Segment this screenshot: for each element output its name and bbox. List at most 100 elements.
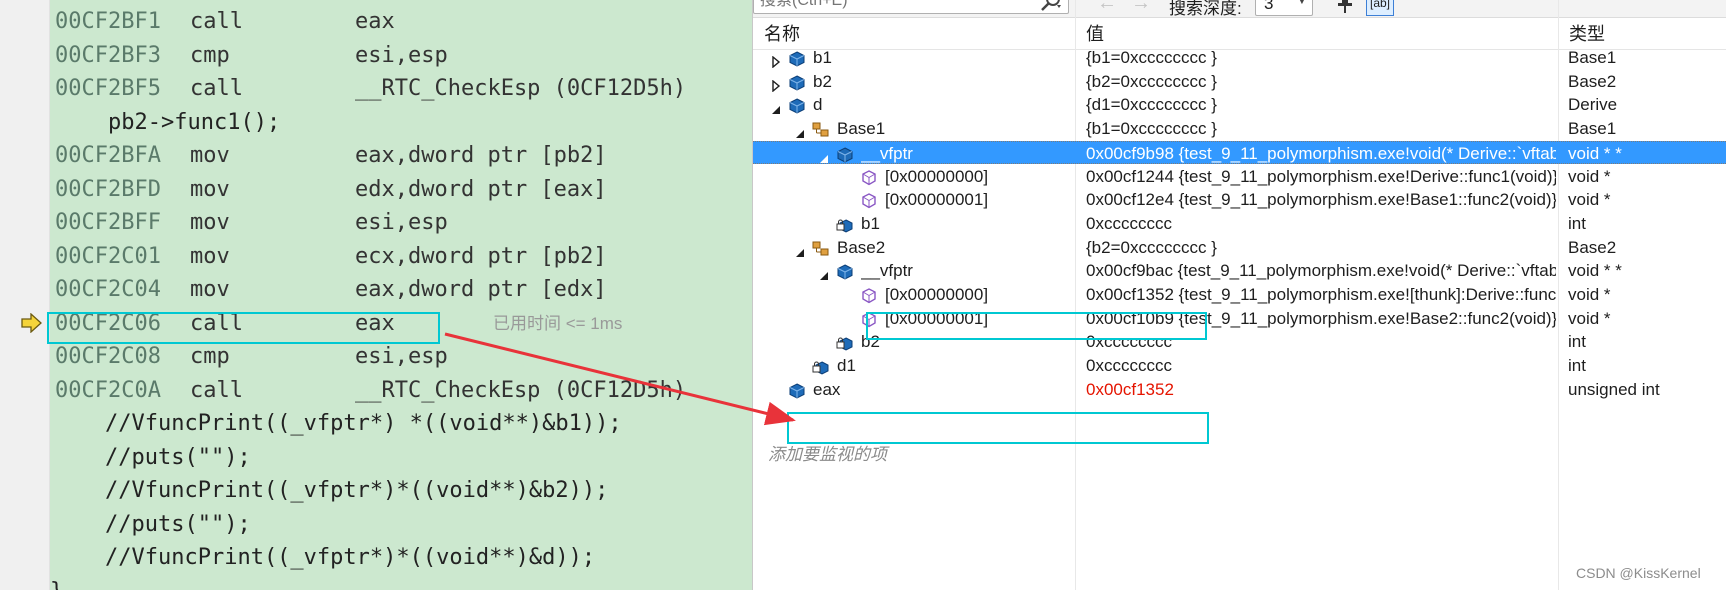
watch-row-name: [0x00000001] bbox=[885, 308, 989, 328]
watch-row-value[interactable]: 0x00cf12e4 {test_9_11_polymorphism.exe!B… bbox=[1086, 188, 1556, 212]
watch-row[interactable]: Base1 {b1=0xcccccccc } Base1 bbox=[753, 117, 1726, 141]
search-box[interactable] bbox=[753, 0, 1069, 14]
watch-row[interactable]: b2 0xcccccccc int bbox=[753, 330, 1726, 354]
instruction-operands: esi,esp bbox=[355, 210, 448, 235]
base-class-icon bbox=[812, 121, 830, 139]
base-class-icon bbox=[812, 240, 830, 258]
watch-row-value[interactable]: 0x00cf9b98 {test_9_11_polymorphism.exe!v… bbox=[1086, 142, 1556, 166]
collapsed-triangle-icon[interactable] bbox=[771, 53, 781, 69]
watch-row[interactable]: b2 {b2=0xcccccccc } Base2 bbox=[753, 70, 1726, 94]
instruction-address: 00CF2C01 bbox=[55, 243, 161, 269]
source-text: //VfuncPrint((_vfptr*)*((void**)&d)); bbox=[105, 545, 596, 570]
disasm-line[interactable]: 00CF2C08 cmp esi,esp bbox=[50, 340, 752, 373]
watch-row[interactable]: d1 0xcccccccc int bbox=[753, 354, 1726, 378]
watch-row-type: void * * bbox=[1568, 143, 1622, 163]
disasm-line-current[interactable]: 00CF2C06 call eax 已用时间 <= 1ms bbox=[50, 307, 752, 340]
disassembly-pane[interactable]: 00CF2BF1 call eax 00CF2BF3 cmp esi,esp 00CF2BF… bbox=[0, 0, 752, 590]
watch-row-type: Base2 bbox=[1568, 71, 1617, 91]
pointer-icon bbox=[860, 311, 878, 329]
instruction-operands: __RTC_CheckEsp (0CF12D5h) bbox=[355, 76, 687, 101]
pin-icon[interactable] bbox=[1334, 0, 1356, 14]
watch-row[interactable]: [0x00000000] 0x00cf1352 {test_9_11_polymo… bbox=[753, 283, 1726, 307]
watch-row-name: b2 bbox=[861, 332, 880, 352]
search-depth-select[interactable]: 3 ▼ bbox=[1255, 0, 1313, 16]
source-text: } bbox=[50, 575, 63, 590]
watch-row-value[interactable]: {b2=0xcccccccc } bbox=[1086, 236, 1556, 260]
watch-row-type: void * bbox=[1568, 308, 1611, 328]
search-next-icon[interactable]: → bbox=[1131, 0, 1155, 14]
collapsed-triangle-icon[interactable] bbox=[771, 77, 781, 93]
search-previous-icon[interactable]: ← bbox=[1097, 0, 1121, 14]
source-line[interactable]: } bbox=[50, 575, 752, 590]
instruction-address: 00CF2C0A bbox=[55, 377, 161, 403]
search-input[interactable] bbox=[760, 0, 1020, 13]
disasm-line[interactable]: 00CF2BFD mov edx,dword ptr [eax] bbox=[50, 173, 752, 206]
watch-row[interactable]: b1 0xcccccccc int bbox=[753, 212, 1726, 236]
string-view-button[interactable]: [ab] bbox=[1366, 0, 1394, 16]
source-line[interactable]: //puts(""); bbox=[50, 508, 752, 541]
watch-row-type: int bbox=[1568, 213, 1586, 233]
source-line[interactable]: //puts(""); bbox=[50, 441, 752, 474]
disasm-line[interactable]: 00CF2BF3 cmp esi,esp bbox=[50, 39, 752, 72]
watch-row-value[interactable]: 0xcccccccc bbox=[1086, 212, 1556, 236]
field-icon bbox=[788, 50, 806, 68]
watch-row[interactable]: __vfptr 0x00cf9b98 {test_9_11_polymorphis… bbox=[753, 140, 1726, 166]
instruction-operands: ecx,dword ptr [pb2] bbox=[355, 243, 607, 269]
watch-row-type: void * bbox=[1568, 166, 1611, 186]
watch-row-name: Base1 bbox=[837, 119, 886, 139]
watch-row-value[interactable]: 0x00cf9bac {test_9_11_polymorphism.exe!v… bbox=[1086, 259, 1556, 283]
watch-row-value[interactable]: 0x00cf1352 {test_9_11_polymorphism.exe![… bbox=[1086, 283, 1556, 307]
watch-row[interactable]: __vfptr 0x00cf9bac {test_9_11_polymorphis… bbox=[753, 259, 1726, 283]
source-line[interactable]: //VfuncPrint((_vfptr*)*((void**)&d)); bbox=[50, 541, 752, 574]
watch-row-value[interactable]: 0x00cf10b9 {test_9_11_polymorphism.exe!B… bbox=[1086, 307, 1556, 331]
field-icon bbox=[788, 97, 806, 115]
breakpoint-gutter[interactable] bbox=[0, 0, 50, 590]
watch-row-value[interactable]: {b1=0xcccccccc } bbox=[1086, 117, 1556, 141]
watch-row[interactable]: Base2 {b2=0xcccccccc } Base2 bbox=[753, 236, 1726, 260]
watch-row-value[interactable]: {b1=0xcccccccc } bbox=[1086, 46, 1556, 70]
watch-row[interactable]: b1 {b1=0xcccccccc } Base1 bbox=[753, 46, 1726, 70]
watch-row-name: d bbox=[813, 95, 823, 115]
source-line[interactable]: pb2->func1(); bbox=[50, 106, 752, 139]
source-line[interactable]: //VfuncPrint((_vfptr*) *((void**)&b1)); bbox=[50, 407, 752, 440]
watch-row-value[interactable]: 0x00cf1244 {test_9_11_polymorphism.exe!D… bbox=[1086, 165, 1556, 189]
expanded-triangle-icon[interactable] bbox=[795, 243, 805, 257]
instruction-mnemonic: call bbox=[190, 9, 243, 34]
disasm-line[interactable]: 00CF2BFA mov eax,dword ptr [pb2] bbox=[50, 139, 752, 172]
disasm-line[interactable]: 00CF2C01 mov ecx,dword ptr [pb2] bbox=[50, 240, 752, 273]
watch-row-value[interactable]: {b2=0xcccccccc } bbox=[1086, 70, 1556, 94]
watch-row[interactable]: [0x00000001] 0x00cf10b9 {test_9_11_polymo… bbox=[753, 307, 1726, 331]
watch-row[interactable]: d {d1=0xcccccccc } Derive bbox=[753, 93, 1726, 117]
expanded-triangle-icon[interactable] bbox=[819, 266, 829, 281]
watch-row-value[interactable]: 0x00cf1352 bbox=[1086, 378, 1556, 402]
watch-row-name: eax bbox=[813, 379, 841, 399]
watch-row[interactable]: [0x00000000] 0x00cf1244 {test_9_11_polymo… bbox=[753, 165, 1726, 189]
watch-row-name: b1 bbox=[861, 213, 880, 233]
instruction-address: 00CF2C04 bbox=[55, 277, 161, 302]
watch-row-name: __vfptr bbox=[861, 261, 913, 281]
watch-row[interactable]: eax 0x00cf1352 unsigned int bbox=[753, 378, 1726, 402]
expanded-triangle-icon[interactable] bbox=[819, 149, 829, 163]
code-view[interactable]: 00CF2BF1 call eax 00CF2BF3 cmp esi,esp 00CF2BF… bbox=[50, 0, 752, 590]
disasm-line[interactable]: 00CF2C0A call __RTC_CheckEsp (0CF12D5h) bbox=[50, 374, 752, 407]
source-text: //puts(""); bbox=[105, 444, 251, 470]
expanded-triangle-icon[interactable] bbox=[771, 100, 781, 115]
search-icon[interactable] bbox=[1039, 0, 1063, 11]
watch-row-value[interactable]: {d1=0xcccccccc } bbox=[1086, 93, 1556, 117]
instruction-operands: esi,esp bbox=[355, 42, 448, 68]
instruction-operands: edx,dword ptr [eax] bbox=[355, 176, 607, 202]
disasm-line[interactable]: 00CF2C04 mov eax,dword ptr [edx] bbox=[50, 273, 752, 306]
instruction-mnemonic: mov bbox=[190, 143, 230, 168]
instruction-address: 00CF2BFD bbox=[55, 176, 161, 202]
disasm-line[interactable]: 00CF2BF1 call eax bbox=[50, 5, 752, 38]
watch-row-value[interactable]: 0xcccccccc bbox=[1086, 354, 1556, 378]
disasm-line[interactable]: 00CF2BF5 call __RTC_CheckEsp (0CF12D5h) bbox=[50, 72, 752, 105]
add-watch-item[interactable]: 添加要监视的项 bbox=[768, 440, 887, 465]
instruction-address: 00CF2C06 bbox=[55, 310, 161, 336]
watch-row-value[interactable]: 0xcccccccc bbox=[1086, 330, 1556, 354]
disasm-line[interactable]: 00CF2BFF mov esi,esp bbox=[50, 206, 752, 239]
source-line[interactable]: //VfuncPrint((_vfptr*)*((void**)&b2)); bbox=[50, 474, 752, 507]
instruction-operands: __RTC_CheckEsp (0CF12D5h) bbox=[355, 377, 687, 403]
expanded-triangle-icon[interactable] bbox=[795, 124, 805, 139]
watch-row[interactable]: [0x00000001] 0x00cf12e4 {test_9_11_polymo… bbox=[753, 188, 1726, 212]
